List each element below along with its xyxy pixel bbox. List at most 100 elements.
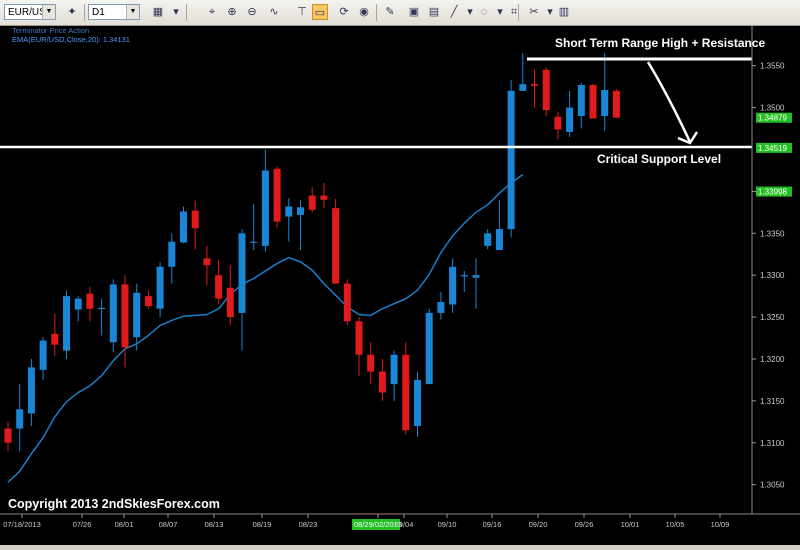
candle-body [261, 170, 269, 246]
timeframe-select-value: D1 [92, 7, 105, 18]
candle[interactable] [425, 308, 433, 385]
candle-body [203, 258, 211, 266]
candle[interactable] [332, 198, 340, 284]
x-tick-label: 10/09 [711, 520, 730, 529]
candle-body [27, 367, 35, 414]
toolbar-separator [518, 4, 519, 21]
candle-body [495, 229, 503, 251]
template-icon[interactable]: ◉ [356, 4, 372, 20]
settings-icon[interactable]: ✂ [526, 4, 542, 20]
chart-area[interactable]: 1.35501.35001.34001.33501.33001.32501.32… [0, 26, 800, 545]
alert-icon[interactable]: ⟳ [336, 4, 352, 20]
candle[interactable] [343, 279, 351, 326]
x-tick-label: 09/04 [395, 520, 414, 529]
eraser-icon[interactable]: ⌗ [506, 4, 522, 20]
line-tool-icon[interactable]: ⊤ [294, 4, 310, 20]
candle-body [589, 84, 597, 119]
candle-body [39, 340, 47, 370]
zoom-out-icon[interactable]: ⊖ [244, 4, 260, 20]
print-icon[interactable]: ▣ [406, 4, 422, 20]
price-tag-label: 1.34879 [758, 114, 787, 123]
candle[interactable] [612, 89, 620, 119]
x-tick-label: 08/13 [205, 520, 224, 529]
candle-body [63, 296, 70, 351]
candle-body [519, 84, 527, 91]
zoom-in-icon[interactable]: ⊕ [224, 4, 240, 20]
crosshair-icon[interactable]: ⌖ [204, 4, 220, 20]
candle-body [343, 283, 351, 322]
chart-type-icon[interactable]: ▾ [168, 4, 184, 20]
price-chart[interactable]: 1.35501.35001.34001.33501.33001.32501.32… [0, 26, 800, 545]
x-tick-label: 10/05 [666, 520, 685, 529]
y-tick-label: 1.3100 [760, 439, 785, 448]
candle-body [390, 354, 398, 385]
x-tick-label: 08/19 [253, 520, 272, 529]
candle-body [4, 428, 12, 443]
candle-body [542, 69, 550, 111]
candle[interactable] [109, 279, 117, 353]
candle-body [238, 233, 246, 313]
candle-body [51, 333, 59, 345]
candle[interactable] [63, 290, 70, 359]
candle-body [98, 307, 106, 310]
symbol-select[interactable]: EUR/USD ▼ [4, 4, 56, 20]
toolbar-separator [376, 4, 377, 21]
x-tick-label: 09/20 [529, 520, 548, 529]
support-label: Critical Support Level [597, 152, 721, 166]
extra-icon[interactable]: ▥ [556, 4, 572, 20]
candle-body [180, 211, 187, 243]
y-tick-label: 1.3250 [760, 313, 785, 322]
y-tick-label: 1.3350 [760, 229, 785, 238]
candle-body [297, 207, 304, 215]
x-tick-label: 09/10 [438, 520, 457, 529]
candle-body [250, 241, 258, 243]
candle-body [308, 195, 316, 210]
candle-body [566, 107, 574, 132]
candle-body [121, 284, 129, 348]
timeframe-select[interactable]: D1 ▼ [88, 4, 140, 20]
candle-body [507, 90, 515, 230]
candle[interactable] [507, 79, 515, 238]
resistance-label: Short Term Range High + Resistance [555, 36, 765, 50]
text-tool-icon[interactable]: ▭ [312, 4, 328, 20]
add-symbol-icon[interactable]: ✦ [64, 4, 80, 20]
save-icon[interactable]: ✎ [382, 4, 398, 20]
candle-body [367, 354, 375, 372]
candle-body [601, 90, 609, 116]
toolbar-separator [84, 4, 85, 21]
indicator-title: Terminator Price Action [12, 26, 89, 35]
candle-body [402, 354, 410, 431]
y-tick-label: 1.3500 [760, 104, 785, 113]
chart-toolbar: EUR/USD ▼ ✦ D1 ▼ ▦ ▾ ⌖ ⊕ ⊖ ∿ ⊤ ▭ ⟳ ◉ ✎ ▣… [0, 0, 800, 26]
y-tick-label: 1.3050 [760, 481, 785, 490]
indicators-icon[interactable]: ∿ [266, 4, 282, 20]
x-tick-label: 07/18/2013 [3, 520, 41, 529]
candle-body [437, 302, 445, 313]
chart-background [0, 26, 800, 545]
x-tick-label: 08/01 [115, 520, 134, 529]
candle-body [378, 371, 386, 393]
candle-body [74, 298, 82, 310]
candle-body [109, 284, 117, 343]
draw-line-icon[interactable]: ▤ [426, 4, 442, 20]
candle-body [414, 379, 421, 427]
candle[interactable] [180, 206, 187, 244]
candle[interactable] [589, 84, 597, 119]
x-tick-label: 09/16 [483, 520, 502, 529]
chevron-down-icon: ▼ [42, 5, 55, 19]
candle-body [320, 195, 328, 200]
candle-body [531, 84, 538, 86]
candle-body [16, 409, 24, 429]
price-tag-label: 1.34519 [758, 144, 787, 153]
candle-body [484, 233, 492, 246]
candle-body [425, 312, 433, 385]
candle[interactable] [273, 166, 281, 228]
layout-icon[interactable]: ▦ [150, 4, 166, 20]
x-tick-label: 08/07 [159, 520, 178, 529]
shape-icon[interactable]: ╱ [446, 4, 462, 20]
flag-icon[interactable]: ◌ [476, 4, 492, 20]
candle[interactable] [542, 67, 550, 116]
candle[interactable] [402, 342, 410, 435]
x-tick-label: 10/01 [621, 520, 640, 529]
candle-body [273, 168, 281, 222]
